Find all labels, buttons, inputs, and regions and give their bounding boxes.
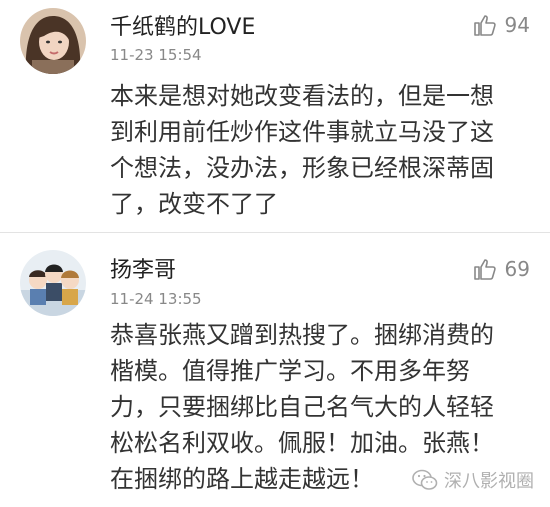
comment-item: 千纸鹤的LOVE 11-23 15:54 94 本来是想对她改变看法的，但是一想… [0, 0, 550, 232]
like-count: 94 [504, 13, 530, 37]
wechat-icon [412, 469, 438, 490]
comment-line: 个想法，没办法，形象已经根深蒂固 [110, 154, 494, 182]
comment-line: 了，改变不了了 [110, 190, 278, 218]
thumbs-up-icon [473, 15, 496, 36]
username[interactable]: 扬李哥 [110, 252, 176, 284]
thumbs-up-icon [473, 259, 496, 280]
watermark: 深八影视圈 [412, 467, 534, 493]
comment-item: 扬李哥 11-24 13:55 69 恭喜张燕又蹭到热搜了。捆绑消费的 楷模。值… [0, 233, 550, 507]
avatar-cartoon-icon [20, 250, 86, 316]
like-button[interactable]: 69 [473, 257, 530, 281]
like-count: 69 [504, 257, 530, 281]
avatar-photo-icon [20, 8, 86, 74]
comment-line: 松松名利双收。佩服！加油。张燕！ [110, 429, 494, 457]
avatar[interactable] [20, 250, 86, 316]
comment-line: 恭喜张燕又蹭到热搜了。捆绑消费的 [110, 321, 494, 349]
comment-line: 本来是想对她改变看法的，但是一想 [110, 82, 494, 110]
timestamp: 11-24 13:55 [110, 290, 202, 308]
comment-text: 本来是想对她改变看法的，但是一想 到利用前任炒作这件事就立马没了这 个想法，没办… [110, 78, 530, 222]
username[interactable]: 千纸鹤的LOVE [110, 9, 255, 41]
watermark-text: 深八影视圈 [444, 471, 534, 492]
comment-line: 楷模。值得推广学习。不用多年努 [110, 357, 470, 385]
comment-line: 到利用前任炒作这件事就立马没了这 [110, 118, 494, 146]
timestamp: 11-23 15:54 [110, 46, 202, 64]
avatar[interactable] [20, 8, 86, 74]
like-button[interactable]: 94 [473, 13, 530, 37]
comment-line: 力，只要捆绑比自己名气大的人轻轻 [110, 393, 494, 421]
